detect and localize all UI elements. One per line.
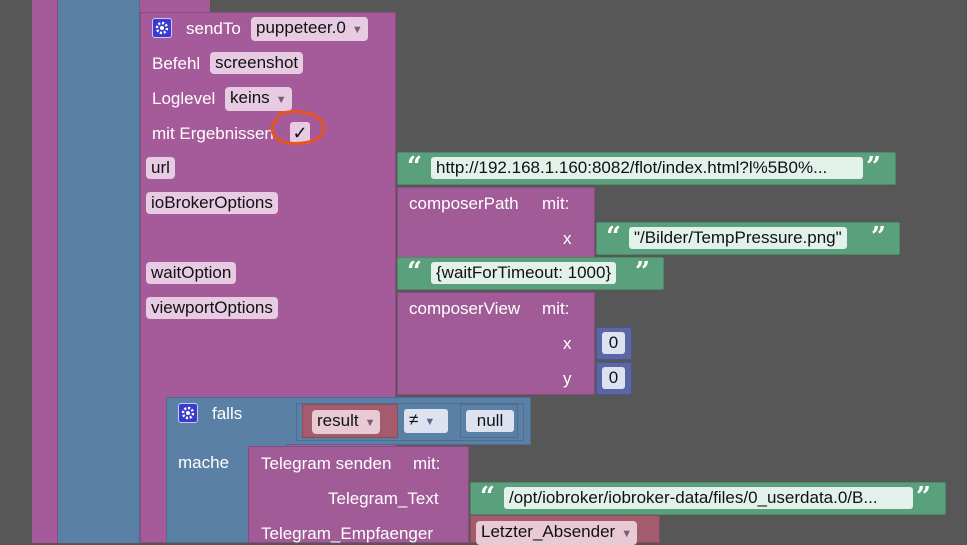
outer-block-top-tab (140, 0, 210, 12)
composer-view-y-label: y (563, 369, 572, 388)
dropdown-arrow-icon: ▼ (275, 94, 287, 106)
result-value: result (317, 411, 359, 430)
gear-icon[interactable] (152, 18, 172, 38)
outer-block-blue (58, 0, 140, 543)
url-label: url (146, 157, 175, 179)
result-dropdown[interactable]: result ▼ (312, 410, 381, 434)
gear-icon[interactable] (178, 403, 198, 423)
dropdown-arrow-icon: ▼ (364, 417, 376, 429)
iobroker-options-label: ioBrokerOptions (146, 192, 278, 214)
annotation-circle (270, 110, 326, 145)
close-quote-icon: ” (866, 152, 881, 182)
composer-view-mit: mit: (542, 299, 570, 318)
instance-value: puppeteer.0 (256, 18, 346, 37)
empfaenger-dropdown[interactable]: Letzter_Absender ▼ (476, 521, 638, 545)
dropdown-arrow-icon: ▼ (424, 416, 436, 428)
telegram-empfaenger-label: Telegram_Empfaenger (261, 524, 433, 543)
y-number-value[interactable]: 0 (602, 367, 625, 389)
dropdown-arrow-icon: ▼ (351, 24, 363, 36)
mit-ergebnissen-label: mit Ergebnissen (152, 124, 274, 143)
telegram-text-label: Telegram_Text (328, 489, 439, 508)
composer-view-x-label: x (563, 334, 572, 353)
befehl-field[interactable]: screenshot (210, 52, 304, 74)
open-quote-icon: “ (407, 257, 422, 287)
befehl-label: Befehl (152, 54, 201, 73)
falls-label: falls (212, 404, 243, 423)
close-quote-icon: ” (871, 222, 886, 252)
close-quote-icon: ” (916, 482, 931, 512)
path-value[interactable]: "/Bilder/TempPressure.png" (629, 227, 847, 249)
composer-path-x-label: x (563, 229, 572, 248)
dropdown-arrow-icon: ▼ (621, 528, 633, 540)
operator-value: ≠ (409, 410, 419, 429)
loglevel-value: keins (230, 88, 270, 107)
wait-option-label: waitOption (146, 262, 237, 284)
telegram-label: Telegram senden (261, 454, 392, 473)
open-quote-icon: “ (480, 482, 495, 512)
open-quote-icon: “ (606, 222, 621, 252)
loglevel-label: Loglevel (152, 89, 216, 108)
open-quote-icon: “ (407, 152, 422, 182)
telegram-text-value[interactable]: /opt/iobroker/iobroker-data/files/0_user… (504, 487, 913, 509)
wait-value[interactable]: {waitForTimeout: 1000} (431, 262, 617, 284)
viewport-options-label: viewportOptions (146, 297, 278, 319)
composer-path-mit: mit: (542, 194, 570, 213)
outer-block-left (32, 0, 58, 543)
url-value[interactable]: http://192.168.1.160:8082/flot/index.htm… (431, 157, 863, 179)
composer-path-label: composerPath (409, 194, 519, 213)
empfaenger-value: Letzter_Absender (481, 522, 616, 541)
sendto-label: sendTo (186, 19, 241, 38)
mache-label: mache (178, 453, 230, 472)
operator-dropdown[interactable]: ≠ ▼ (404, 409, 448, 433)
composer-view-label: composerView (409, 299, 521, 318)
instance-dropdown[interactable]: puppeteer.0 ▼ (251, 17, 368, 41)
close-quote-icon: ” (635, 257, 650, 287)
null-value[interactable]: null (466, 410, 514, 432)
telegram-mit: mit: (413, 454, 441, 473)
x-number-value[interactable]: 0 (602, 332, 625, 354)
